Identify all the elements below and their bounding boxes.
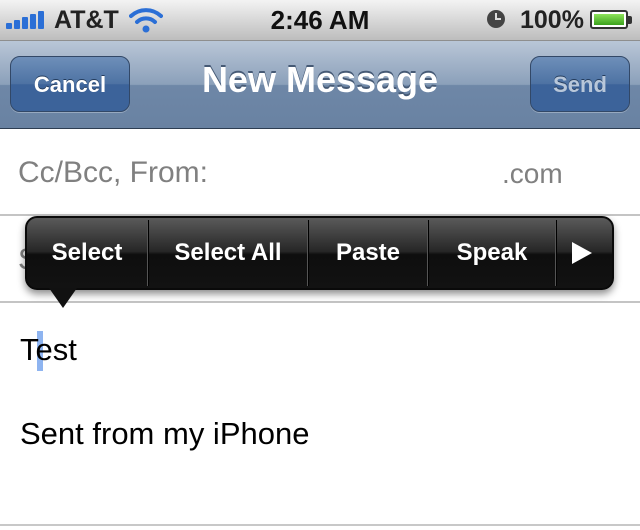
battery-percent: 100% (520, 6, 584, 34)
cc-bcc-from-field[interactable]: Cc/Bcc, From: .com (0, 130, 640, 216)
menu-item-speak[interactable]: Speak (429, 218, 555, 288)
message-signature[interactable]: Sent from my iPhone (20, 416, 309, 452)
menu-separator (555, 220, 557, 286)
edit-context-menu: Select Select All Paste Speak (25, 216, 614, 290)
alarm-clock-icon (487, 10, 505, 28)
message-body-text[interactable]: Test (20, 332, 77, 368)
navigation-bar: Cancel New Message Send (0, 41, 640, 129)
battery-icon (590, 10, 632, 29)
menu-item-select-all[interactable]: Select All (149, 218, 307, 288)
more-options-arrow-icon[interactable] (572, 242, 592, 264)
menu-pointer (49, 288, 77, 308)
menu-item-select[interactable]: Select (27, 218, 147, 288)
status-bar: AT&T 2:46 AM 100% (0, 0, 640, 41)
send-button[interactable]: Send (530, 56, 630, 112)
menu-item-paste[interactable]: Paste (309, 218, 427, 288)
divider (0, 524, 640, 526)
from-value: .com (502, 158, 563, 189)
cc-bcc-from-label: Cc/Bcc, From: (18, 156, 209, 189)
